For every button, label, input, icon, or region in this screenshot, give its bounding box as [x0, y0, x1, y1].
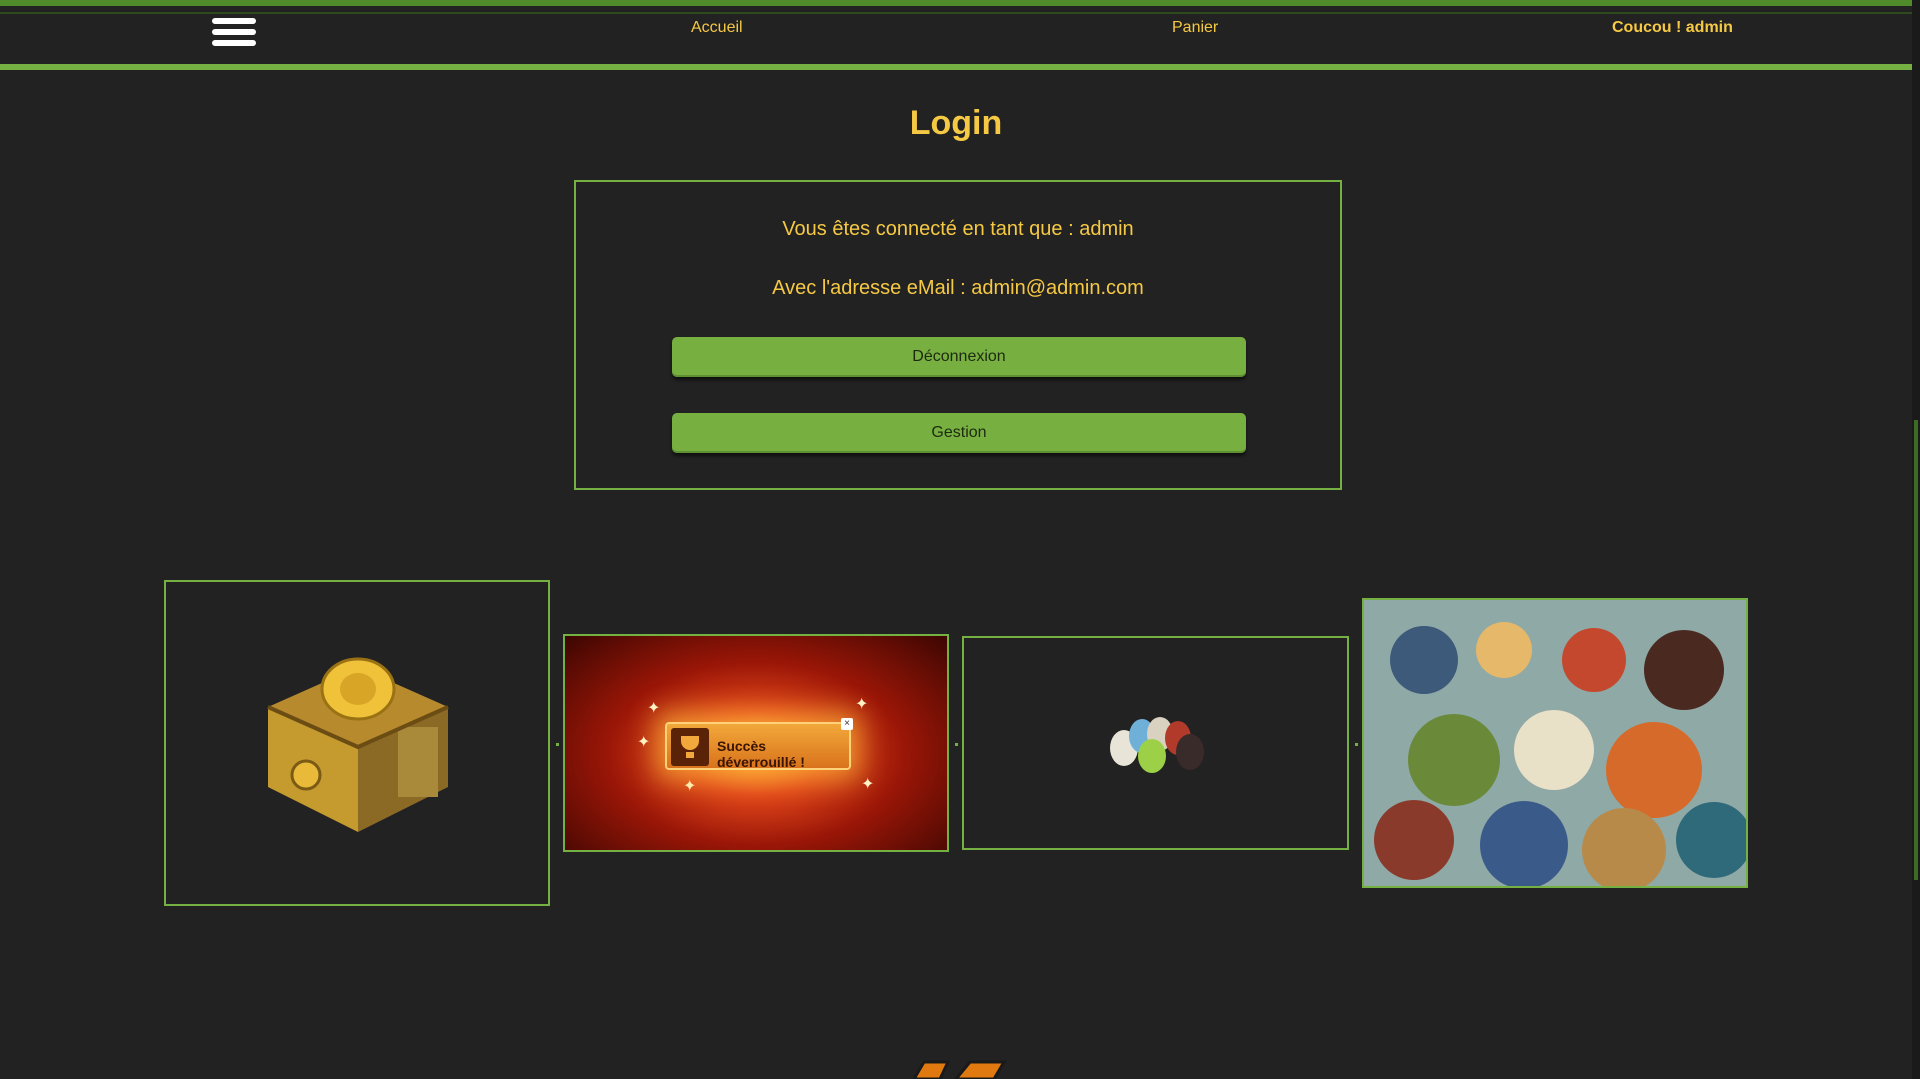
- login-status-panel: Vous êtes connecté en tant que : admin A…: [574, 180, 1342, 490]
- dragon-eggs-image: [1110, 717, 1204, 773]
- navbar-divider: [0, 12, 1912, 14]
- success-unlocked-badge: Succès déverrouillé ! ×: [665, 718, 853, 770]
- email-text: Avec l'adresse eMail : admin@admin.com: [772, 277, 1144, 299]
- scrollbar-thumb[interactable]: [1914, 420, 1918, 880]
- nav-link-panier[interactable]: Panier: [1172, 19, 1218, 37]
- top-navbar: Accueil Panier Coucou ! admin: [0, 0, 1912, 70]
- site-logo-footer: [912, 1060, 1007, 1079]
- scrollbar[interactable]: [1912, 0, 1920, 1079]
- golden-chest-image: [267, 657, 449, 832]
- gallery-image-characters[interactable]: [1362, 598, 1748, 888]
- gallery-image-eggs[interactable]: [962, 636, 1349, 850]
- page: Accueil Panier Coucou ! admin Login Vous…: [0, 0, 1920, 1079]
- user-greeting-link[interactable]: Coucou ! admin: [1612, 19, 1733, 37]
- manage-button[interactable]: Gestion: [672, 413, 1246, 453]
- hamburger-menu-icon[interactable]: [212, 18, 258, 54]
- gallery-image-chest[interactable]: [164, 580, 550, 906]
- gallery-image-success[interactable]: ✦ ✦ ✦ ✦ ✦ Succès déverrouillé ! ×: [563, 634, 949, 852]
- logout-button[interactable]: Déconnexion: [672, 337, 1246, 377]
- gallery-separator: [1355, 743, 1358, 746]
- gallery-separator: [556, 743, 559, 746]
- success-badge-text: Succès déverrouillé !: [717, 738, 805, 770]
- page-title: Login: [909, 104, 1003, 142]
- close-icon: ×: [841, 718, 853, 730]
- connected-as-text: Vous êtes connecté en tant que : admin: [782, 218, 1134, 240]
- gallery-separator: [955, 743, 958, 746]
- trophy-icon: [671, 728, 709, 766]
- characters-artwork: [1364, 600, 1746, 886]
- nav-link-accueil[interactable]: Accueil: [691, 19, 743, 37]
